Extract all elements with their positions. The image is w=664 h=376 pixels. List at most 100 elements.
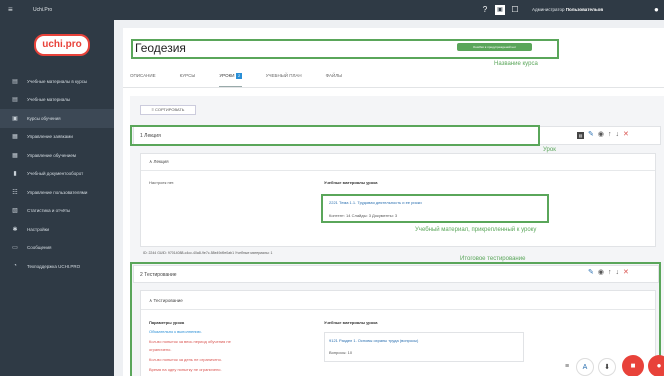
material-id: 9121 — [329, 338, 338, 343]
sort-button-label: СОРТИРОВАТЬ — [155, 107, 185, 112]
gear-icon: ✱ — [12, 226, 18, 233]
courses-icon: ▣ — [12, 115, 18, 122]
param-attempts-total-cont: ограничено. — [149, 347, 172, 352]
arrow-down-icon[interactable]: ↓ — [615, 269, 619, 277]
final-test-annotation: Итоговое тестирование — [460, 256, 526, 262]
sidebar-item-materials[interactable]: ▤ Учебные материалы — [0, 91, 114, 110]
tab-files[interactable]: ФАЙЛЫ — [326, 73, 343, 87]
document-icon: ▮ — [13, 171, 17, 178]
course-title: Геодезия — [135, 41, 186, 55]
main-area: Геодезия Ошибки в предупреждений нет Наз… — [114, 20, 664, 376]
param-attempts-day: Кол-во попыток за день не ограничено. — [149, 357, 222, 362]
sidebar-item-label: Управление пользователями — [27, 189, 88, 195]
material-link[interactable]: 9121 Раздел 1. Основы охраны труда (вопр… — [329, 338, 418, 343]
lesson-name: Лекция — [144, 133, 161, 139]
sidebar-item-support[interactable]: ◔ Техподдержка UCHI.PRO — [0, 257, 114, 276]
sidebar-item-training[interactable]: ▦ Управление обучением — [0, 146, 114, 165]
lesson-subtitle-text: Тестирование — [153, 298, 183, 303]
sidebar-item-label: Учебный документооборот — [27, 171, 84, 177]
brand-name[interactable]: Uchi.Pro — [33, 7, 52, 13]
notes-icon[interactable]: ▣ — [495, 5, 505, 15]
tabs-divider — [123, 87, 664, 88]
help-icon[interactable]: ? — [480, 5, 490, 15]
delete-icon[interactable]: ✕ — [623, 131, 629, 139]
sidebar-item-statistics[interactable]: ▧ Статистика и отчёты — [0, 202, 114, 221]
sidebar-item-messages[interactable]: ▭ Сообщения — [0, 239, 114, 258]
params-heading: Параметры урока — [149, 320, 185, 325]
sidebar-item-course-materials[interactable]: ▤ Учебные материалы в курсы — [0, 72, 114, 91]
lesson-subtitle[interactable]: ∧ Лекция — [149, 159, 169, 165]
font-size-icon[interactable]: A — [576, 358, 594, 376]
view-icon[interactable]: ◉ — [598, 131, 604, 139]
material-title: Раздел 1. Основы охраны труда (вопросы) — [339, 338, 419, 343]
support-icon: ◔ — [13, 263, 17, 270]
tab-label: КУРСЫ — [179, 73, 196, 78]
lessons-content: ≡ СОРТИРОВАТЬ 1 Лекция ▤ ✎ ◉ ↑ ↓ ✕ Урок … — [130, 96, 664, 376]
lesson-actions: ▤ ✎ ◉ ↑ ↓ ✕ — [577, 131, 629, 139]
sidebar-item-label: Управление обучением — [27, 152, 76, 158]
tab-description[interactable]: ОПИСАНИЕ — [130, 73, 156, 87]
material-link[interactable]: 2221 Тема 1.1. Трудовая деятельность и е… — [329, 200, 422, 205]
status-badge: Ошибки в предупреждений нет — [457, 43, 532, 51]
arrow-down-icon[interactable]: ↓ — [615, 131, 619, 139]
material-stats: Вопросы: 10 — [329, 350, 353, 355]
sidebar-item-requests[interactable]: ▦ Управление заявками — [0, 128, 114, 147]
lesson-settings: Настроек нет. — [149, 180, 175, 185]
lesson-number: 1 — [140, 133, 143, 139]
message-icon: ▭ — [12, 245, 18, 252]
materials-heading: Учебные материалы урока — [324, 180, 378, 185]
user-name: Пользовательов — [565, 7, 604, 12]
sidebar-item-label: Настройки — [27, 226, 50, 232]
tab-courses[interactable]: КУРСЫ — [180, 73, 196, 87]
material-annotation: Учебный материал, прикрепленный к уроку — [415, 227, 537, 233]
arrow-up-icon[interactable]: ↑ — [608, 131, 612, 139]
material-highlight — [321, 194, 549, 223]
sidebar-item-settings[interactable]: ✱ Настройки — [0, 220, 114, 239]
sidebar-item-label: Сообщения — [27, 245, 52, 251]
lesson-subtitle[interactable]: ∧ Тестирование — [149, 298, 183, 304]
users-icon: ☷ — [12, 189, 18, 196]
download-icon[interactable]: ⬇ — [598, 358, 616, 376]
lesson-subtitle-text: Лекция — [153, 159, 169, 164]
book-icon: ▤ — [12, 78, 18, 85]
sidebar-item-users[interactable]: ☷ Управление пользователями — [0, 183, 114, 202]
material-title: Тема 1.1. Трудовая деятельность и ее рис… — [339, 200, 422, 205]
user-avatar-icon[interactable]: ● — [654, 5, 659, 14]
sidebar-item-label: Учебные материалы в курсы — [27, 78, 88, 84]
user-menu[interactable]: Администратор Пользовательов — [532, 7, 603, 12]
panel-divider — [141, 309, 655, 310]
param-attempts-total: Кол-во попыток за весь период обучения н… — [149, 339, 231, 344]
edit-icon[interactable]: ✎ — [588, 269, 594, 277]
sidebar-item-label: Техподдержка UCHI.PRO — [27, 263, 81, 269]
material-card — [324, 332, 524, 362]
panel-divider — [141, 170, 655, 171]
tabs: ОПИСАНИЕ КУРСЫ УРОКИ 2 УЧЕБНЫЙ ПЛАН ФАЙЛЫ — [130, 73, 366, 87]
training-icon: ▦ — [12, 152, 18, 159]
requests-icon: ▦ — [12, 134, 18, 141]
tab-curriculum[interactable]: УЧЕБНЫЙ ПЛАН — [266, 73, 302, 87]
lesson-footer: ID: 2244 GUID: 97014088-c4cc-40a8-9e7c-5… — [143, 251, 273, 255]
sort-button[interactable]: ≡ СОРТИРОВАТЬ — [140, 105, 196, 115]
book-icon: ▤ — [12, 97, 18, 104]
stop-icon[interactable]: ■ — [622, 355, 644, 376]
delete-icon[interactable]: ✕ — [623, 269, 629, 277]
chat-icon[interactable]: ☐ — [510, 5, 520, 15]
tab-lessons[interactable]: УРОКИ 2 — [219, 73, 242, 87]
edit-icon[interactable]: ✎ — [588, 131, 594, 139]
sidebar-item-documents[interactable]: ▮ Учебный документооборот — [0, 165, 114, 184]
record-icon[interactable]: ● — [648, 355, 664, 376]
topbar-icons: ? ▣ ☐ — [480, 5, 520, 15]
menu-icon[interactable]: ≡ — [562, 362, 572, 372]
sidebar-nav: ▤ Учебные материалы в курсы ▤ Учебные мате… — [0, 72, 114, 276]
lesson-header[interactable] — [133, 265, 659, 283]
sidebar-item-courses[interactable]: ▣ Курсы обучения — [0, 109, 114, 128]
lesson-highlight — [130, 125, 540, 146]
view-icon[interactable]: ◉ — [598, 269, 604, 277]
arrow-up-icon[interactable]: ↑ — [608, 269, 612, 277]
lesson-name: Тестирование — [144, 272, 177, 278]
menu-icon[interactable]: ≡ — [8, 6, 13, 14]
sidebar-item-label: Управление заявками — [27, 134, 73, 140]
logo[interactable]: uchi.pro — [34, 34, 90, 56]
material-stats: Контент: 14 Слайды: 3 Документы: 3 — [329, 213, 398, 218]
copy-icon[interactable]: ▤ — [577, 132, 584, 139]
